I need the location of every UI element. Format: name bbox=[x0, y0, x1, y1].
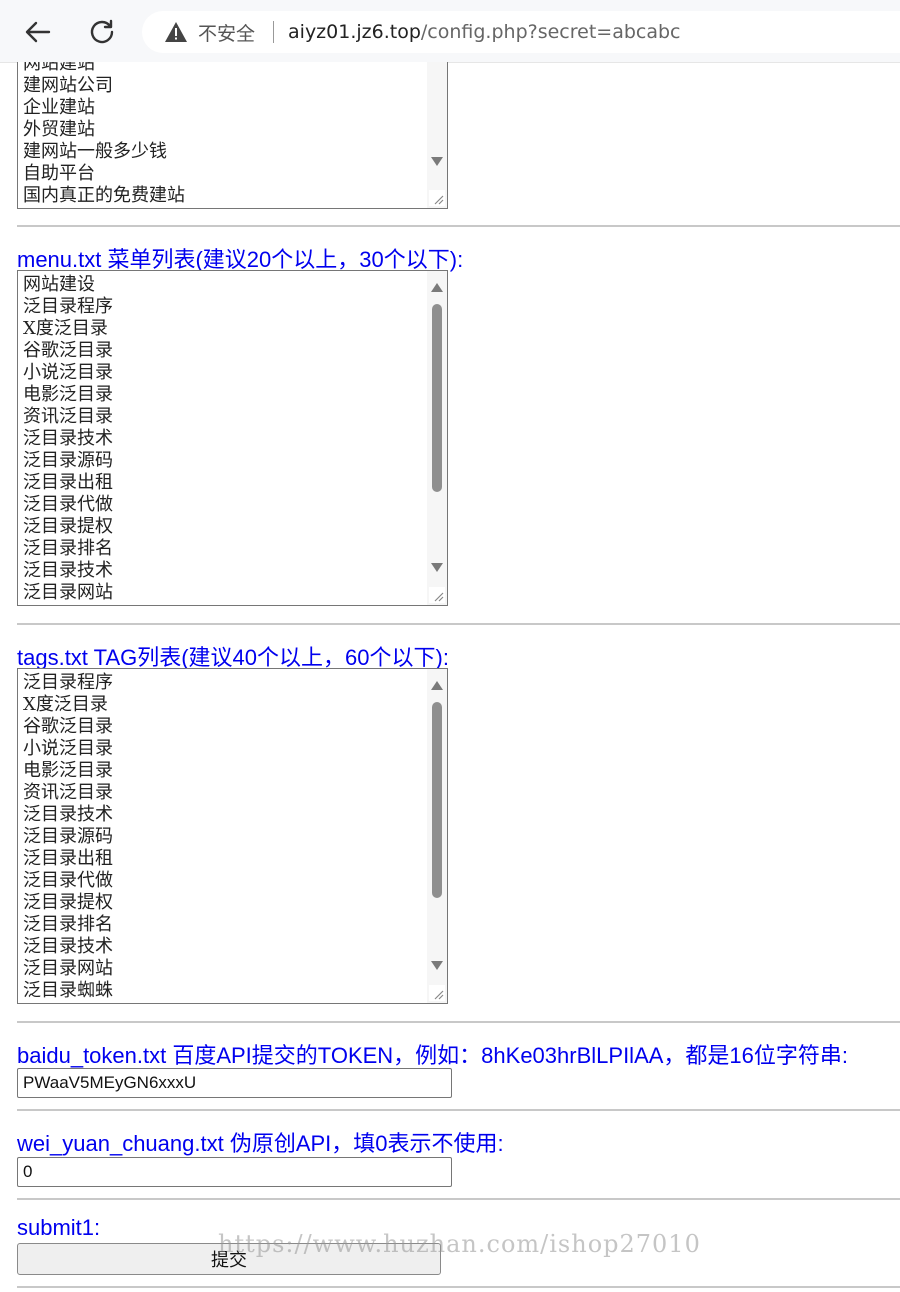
divider bbox=[17, 1286, 900, 1288]
tags-lines: 泛目录程序 X度泛目录 谷歌泛目录 小说泛目录 电影泛目录 资讯泛目录 泛目录技… bbox=[23, 672, 427, 1002]
list-item: 泛目录源码 bbox=[23, 826, 113, 847]
url-host: aiyz01.jz6.top bbox=[288, 21, 421, 43]
list-item: 谷歌泛目录 bbox=[23, 716, 113, 737]
divider bbox=[17, 1109, 900, 1111]
list-item: 建网站公司 bbox=[23, 75, 113, 96]
menu-textarea[interactable]: 网站建设 泛目录程序 X度泛目录 谷歌泛目录 小说泛目录 电影泛目录 资讯泛目录… bbox=[17, 270, 448, 606]
list-item: 泛目录蜘蛛 bbox=[23, 980, 113, 1001]
list-item: 泛目录网站 bbox=[23, 582, 113, 603]
list-item: X度泛目录 bbox=[23, 318, 108, 339]
list-item: 小说泛目录 bbox=[23, 738, 113, 759]
page-content: 网站建站 建网站公司 企业建站 外贸建站 建网站一般多少钱 自助平台 国内真正的… bbox=[0, 62, 900, 1292]
list-item: 小说泛目录 bbox=[23, 362, 113, 383]
list-item: 泛目录排名 bbox=[23, 538, 113, 559]
wei-yuan-chuang-label: wei_yuan_chuang.txt 伪原创API，填0表示不使用: bbox=[17, 1131, 504, 1156]
divider bbox=[17, 1021, 900, 1023]
baidu-token-input[interactable] bbox=[17, 1068, 452, 1098]
insecure-label[interactable]: 不安全 bbox=[198, 19, 255, 46]
list-item: 资讯泛目录 bbox=[23, 782, 113, 803]
warning-icon bbox=[165, 22, 187, 42]
list-item: 泛目录出租 bbox=[23, 472, 113, 493]
scrollbar-thumb[interactable] bbox=[432, 304, 442, 492]
list-item: 外贸建站 bbox=[23, 119, 95, 140]
list-item: X度泛目录 bbox=[23, 694, 108, 715]
submit-button[interactable]: 提交 bbox=[17, 1243, 441, 1275]
list-item: 泛目录程序 bbox=[23, 672, 113, 693]
scrollbar[interactable] bbox=[427, 271, 447, 605]
list-item: 泛目录技术 bbox=[23, 804, 113, 825]
submit-label: submit1: bbox=[17, 1215, 101, 1240]
divider bbox=[17, 225, 900, 227]
resize-grip-icon[interactable] bbox=[429, 190, 445, 206]
list-item: 泛目录技术 bbox=[23, 936, 113, 957]
address-bar[interactable]: 不安全 aiyz01.jz6.top/config.php?secret=abc… bbox=[142, 11, 900, 53]
scrollbar[interactable] bbox=[427, 62, 447, 208]
list-item: 泛目录代做 bbox=[23, 870, 113, 891]
list-item: 网站建站 bbox=[23, 62, 95, 74]
scroll-down-icon[interactable] bbox=[431, 961, 443, 970]
divider bbox=[17, 1198, 900, 1200]
list-item: 建网站一般多少钱 bbox=[23, 141, 167, 162]
wei-yuan-chuang-input[interactable] bbox=[17, 1157, 452, 1187]
keywords-lines: 网站建站 建网站公司 企业建站 外贸建站 建网站一般多少钱 自助平台 国内真正的… bbox=[23, 62, 427, 207]
list-item: 国内真正的免费建站 bbox=[23, 185, 185, 206]
scroll-down-icon[interactable] bbox=[431, 563, 443, 572]
scroll-down-icon[interactable] bbox=[431, 157, 443, 166]
list-item: 泛目录排名 bbox=[23, 914, 113, 935]
list-item: 谷歌泛目录 bbox=[23, 340, 113, 361]
list-item: 泛目录源码 bbox=[23, 450, 113, 471]
list-item: 泛目录程序 bbox=[23, 296, 113, 317]
list-item: 泛目录提权 bbox=[23, 892, 113, 913]
reload-icon[interactable] bbox=[84, 14, 120, 50]
resize-grip-icon[interactable] bbox=[429, 587, 445, 603]
list-item: 泛目录网站 bbox=[23, 958, 113, 979]
list-item: 资讯泛目录 bbox=[23, 406, 113, 427]
list-item: 企业建站 bbox=[23, 97, 95, 118]
url-path: /config.php?secret=abcabc bbox=[420, 21, 681, 43]
list-item: 自助平台 bbox=[23, 163, 95, 184]
browser-toolbar: 不安全 aiyz01.jz6.top/config.php?secret=abc… bbox=[0, 0, 900, 63]
divider bbox=[17, 623, 900, 625]
list-item: 泛目录技术 bbox=[23, 428, 113, 449]
back-icon[interactable] bbox=[20, 14, 56, 50]
baidu-token-label: baidu_token.txt 百度API提交的TOKEN，例如：8hKe03h… bbox=[17, 1043, 848, 1068]
resize-grip-icon[interactable] bbox=[429, 985, 445, 1001]
list-item: 泛目录提权 bbox=[23, 516, 113, 537]
list-item: 泛目录出租 bbox=[23, 848, 113, 869]
list-item: 电影泛目录 bbox=[23, 760, 113, 781]
keywords-textarea[interactable]: 网站建站 建网站公司 企业建站 外贸建站 建网站一般多少钱 自助平台 国内真正的… bbox=[17, 62, 448, 209]
list-item: 网站建设 bbox=[23, 274, 95, 295]
list-item: 泛目录技术 bbox=[23, 560, 113, 581]
scrollbar[interactable] bbox=[427, 669, 447, 1003]
tags-textarea[interactable]: 泛目录程序 X度泛目录 谷歌泛目录 小说泛目录 电影泛目录 资讯泛目录 泛目录技… bbox=[17, 668, 448, 1004]
menu-lines: 网站建设 泛目录程序 X度泛目录 谷歌泛目录 小说泛目录 电影泛目录 资讯泛目录… bbox=[23, 274, 427, 604]
scroll-up-icon[interactable] bbox=[431, 283, 443, 292]
list-item: 电影泛目录 bbox=[23, 384, 113, 405]
scrollbar-thumb[interactable] bbox=[432, 702, 442, 898]
list-item: 泛目录代做 bbox=[23, 494, 113, 515]
divider bbox=[273, 21, 275, 43]
scroll-up-icon[interactable] bbox=[431, 681, 443, 690]
